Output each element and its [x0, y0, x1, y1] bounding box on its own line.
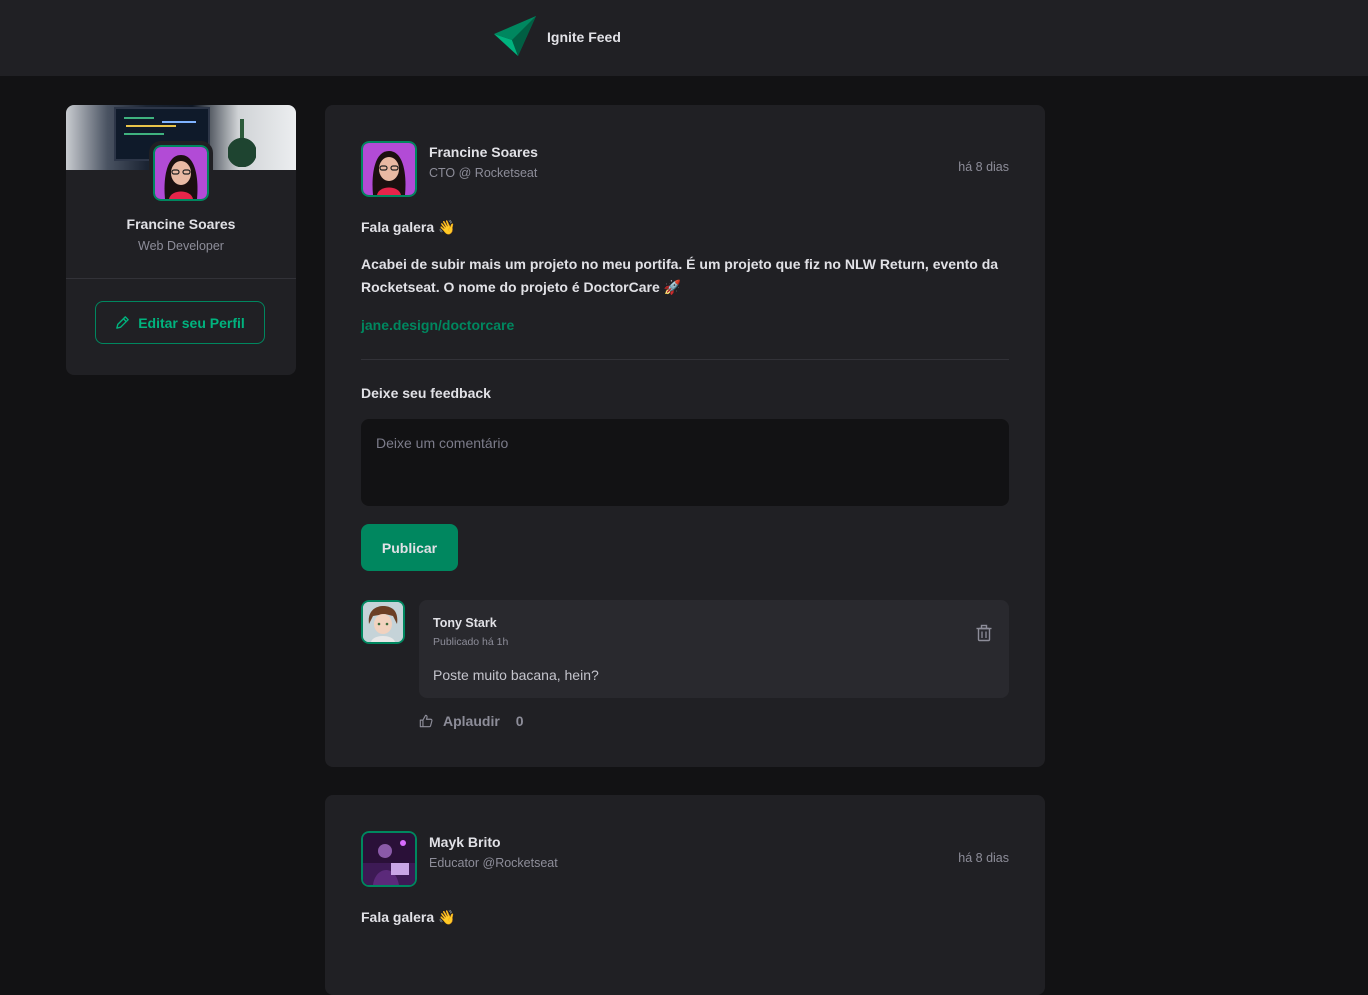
post-link[interactable]: jane.design/doctorcare	[361, 317, 514, 333]
comment-input[interactable]	[361, 419, 1009, 506]
post-body: Acabei de subir mais um projeto no meu p…	[361, 256, 999, 295]
brand-name: Ignite Feed	[547, 29, 621, 45]
trash-icon[interactable]	[975, 624, 993, 642]
feedback-title: Deixe seu feedback	[361, 385, 491, 401]
post-author-role: CTO @ Rocketseat	[429, 166, 538, 180]
post-card: Mayk Brito Educator @Rocketseat há 8 dia…	[325, 795, 1045, 995]
post-time: há 8 dias	[958, 851, 1009, 865]
comment-time: Publicado há 1h	[433, 636, 509, 648]
post-greeting: Fala galera 👋	[361, 909, 456, 925]
post-author-name: Francine Soares	[429, 144, 538, 160]
post-card: Francine Soares CTO @ Rocketseat há 8 di…	[325, 105, 1045, 767]
post-author-avatar[interactable]	[357, 137, 421, 201]
post-author-avatar[interactable]	[357, 827, 421, 891]
applaud-count: 0	[515, 713, 524, 729]
comment-box: Tony Stark Publicado há 1h Poste muito b…	[419, 600, 1009, 698]
publish-button[interactable]: Publicar	[361, 524, 458, 571]
app-header: Ignite Feed	[0, 0, 1368, 76]
post-author-role: Educator @Rocketseat	[429, 856, 558, 870]
profile-avatar[interactable]	[149, 141, 213, 205]
comment-author-name: Tony Stark	[433, 616, 497, 630]
post-greeting: Fala galera 👋	[361, 219, 456, 235]
profile-sidebar: Francine Soares Web Developer Editar seu…	[66, 105, 296, 375]
sidebar-divider	[66, 278, 296, 279]
pencil-icon	[116, 316, 130, 329]
comment-author-avatar[interactable]	[358, 597, 408, 647]
ignite-logo-icon	[494, 16, 536, 56]
edit-profile-button[interactable]: Editar seu Perfil	[95, 301, 265, 344]
edit-profile-label: Editar seu Perfil	[138, 314, 245, 331]
thumbs-up-icon	[419, 714, 433, 728]
post-author-name: Mayk Brito	[429, 834, 501, 850]
applaud-button[interactable]: Aplaudir 0	[419, 713, 524, 729]
profile-name: Francine Soares	[126, 216, 236, 232]
brand[interactable]: Ignite Feed	[492, 16, 621, 58]
applaud-label: Aplaudir	[443, 713, 500, 729]
post-time: há 8 dias	[958, 160, 1009, 174]
profile-role: Web Developer	[138, 239, 224, 253]
post-divider	[361, 359, 1009, 360]
comment-text: Poste muito bacana, hein?	[433, 667, 599, 683]
